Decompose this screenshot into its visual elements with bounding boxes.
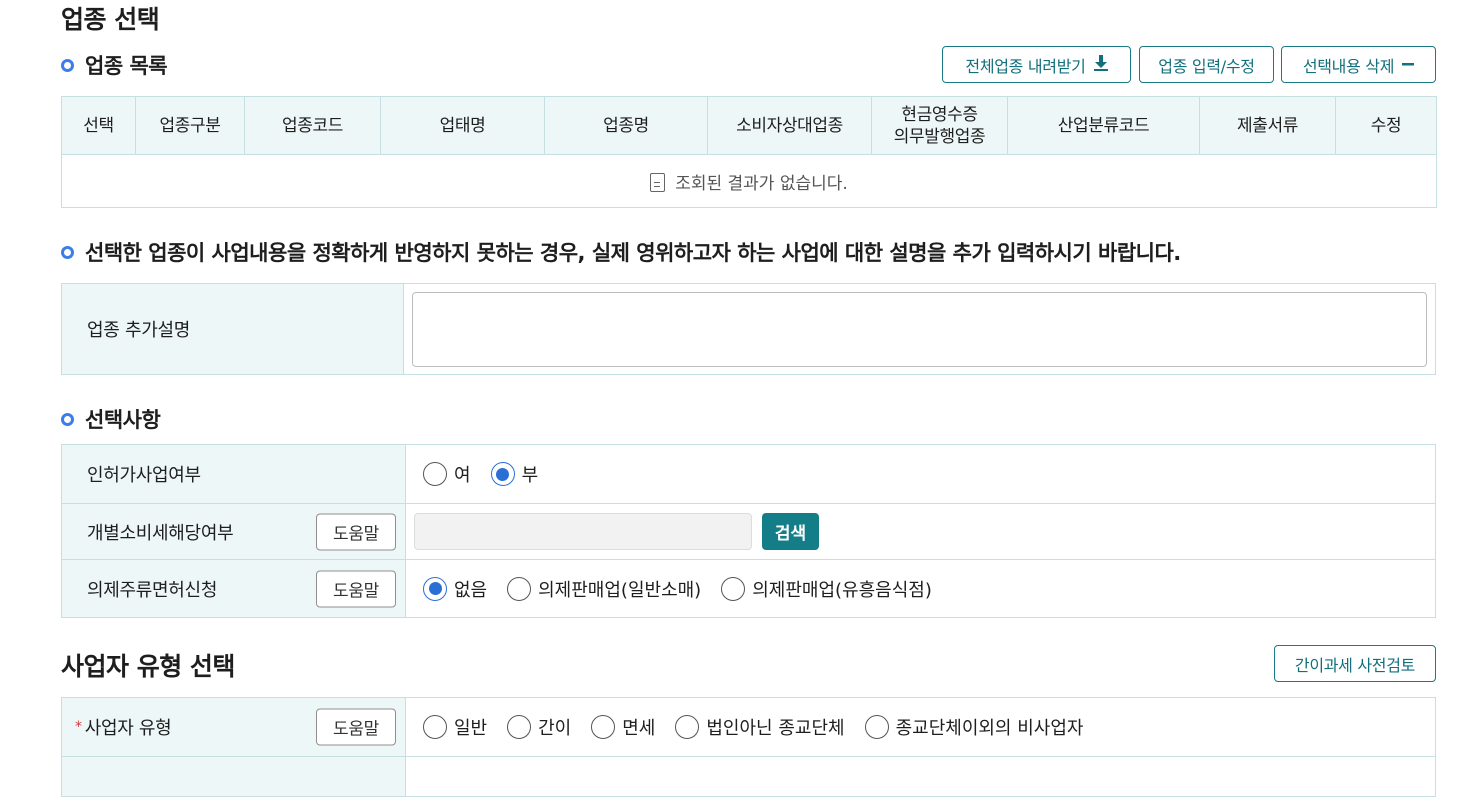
biz-type-exempt-radio[interactable]: 면세 (591, 714, 655, 740)
biz-type-simple-radio[interactable]: 간이 (507, 714, 571, 740)
delete-selected-button[interactable]: 선택내용 삭제 (1281, 46, 1436, 83)
col-header-select: 선택 (61, 96, 136, 155)
options-heading: 선택사항 (61, 404, 161, 434)
col-header-edit: 수정 (1335, 96, 1437, 155)
biz-type-general-radio[interactable]: 일반 (423, 714, 487, 740)
excise-input (414, 513, 752, 550)
biz-type-exempt-label: 면세 (622, 718, 656, 739)
liquor-label-cell: 의제주류면허신청 도움말 (62, 560, 406, 617)
biz-type-row: * 사업자 유형 도움말 일반 간이 면세 법인아닌 종교단체 종교단체이외의 … (61, 698, 1436, 757)
empty-row: 조회된 결과가 없습니다. (61, 154, 1437, 208)
additional-desc-row: 업종 추가설명 (61, 284, 1436, 375)
biz-type-simple-label: 간이 (538, 718, 572, 739)
next-row-value (406, 757, 1435, 796)
col-header-cash-receipt-label: 현금영수증 의무발행업종 (893, 104, 986, 147)
radio-off-icon (675, 715, 700, 739)
biz-type-label: 사업자 유형 (84, 718, 172, 739)
empty-message: 조회된 결과가 없습니다. (675, 173, 848, 194)
col-header-industry-class-code: 산업분류코드 (1007, 96, 1200, 155)
bullet-icon (61, 412, 74, 426)
excise-row: 개별소비세해당여부 도움말 검색 (61, 504, 1436, 560)
bullet-icon (61, 245, 74, 259)
permit-row: 인허가사업여부 여 부 (61, 445, 1436, 504)
additional-desc-value (404, 284, 1435, 374)
permit-yes-radio[interactable]: 여 (423, 461, 471, 487)
additional-desc-form: 업종 추가설명 (61, 283, 1436, 375)
permit-no-radio[interactable]: 부 (490, 461, 539, 487)
delete-selected-label: 선택내용 삭제 (1302, 56, 1395, 76)
simplified-tax-precheck-button[interactable]: 간이과세 사전검토 (1274, 645, 1436, 682)
download-icon (1093, 54, 1108, 75)
liquor-retail-label: 의제판매업(일반소매) (538, 579, 702, 601)
liquor-label: 의제주류면허신청 (87, 579, 218, 601)
options-title: 선택사항 (85, 408, 161, 432)
liquor-bar-label: 의제판매업(유흥음식점) (752, 579, 932, 601)
required-mark: * (75, 719, 82, 735)
radio-off-icon (864, 715, 889, 739)
biz-type-label-cell: * 사업자 유형 도움말 (62, 698, 406, 756)
liquor-none-label: 없음 (454, 579, 488, 601)
col-header-documents: 제출서류 (1199, 96, 1336, 155)
biz-type-help-button[interactable]: 도움말 (316, 708, 396, 746)
excise-value: 검색 (406, 504, 1435, 559)
radio-off-icon (507, 715, 532, 739)
industry-list-title: 업종 목록 (85, 54, 168, 78)
col-header-cash-receipt: 현금영수증 의무발행업종 (871, 96, 1008, 155)
radio-off-icon (591, 715, 616, 739)
radio-on-icon (490, 462, 515, 486)
page-title: 업종 선택 (61, 5, 160, 34)
empty-cell: 조회된 결과가 없습니다. (61, 154, 1437, 208)
liquor-none-radio[interactable]: 없음 (423, 576, 487, 602)
liquor-options: 없음 의제판매업(일반소매) 의제판매업(유흥음식점) (406, 560, 1435, 617)
biz-type-religious-radio[interactable]: 법인아닌 종교단체 (675, 714, 845, 740)
table-header-row: 선택 업종구분 업종코드 업태명 업종명 소비자상대업종 현금영수증 의무발행업종… (61, 96, 1437, 155)
excise-search-button[interactable]: 검색 (762, 513, 819, 550)
additional-desc-label: 업종 추가설명 (62, 284, 404, 374)
additional-desc-heading: 선택한 업종이 사업내용을 정확하게 반영하지 못하는 경우, 실제 영위하고자… (61, 237, 1181, 267)
document-icon (650, 172, 666, 192)
biz-type-options: 일반 간이 면세 법인아닌 종교단체 종교단체이외의 비사업자 (406, 698, 1435, 756)
liquor-bar-radio[interactable]: 의제판매업(유흥음식점) (721, 576, 932, 602)
biz-type-nonbiz-radio[interactable]: 종교단체이외의 비사업자 (864, 714, 1084, 740)
permit-label: 인허가사업여부 (62, 445, 406, 503)
liquor-retail-radio[interactable]: 의제판매업(일반소매) (507, 576, 701, 602)
liquor-row: 의제주류면허신청 도움말 없음 의제판매업(일반소매) 의제판매업(유흥음식점) (61, 560, 1436, 618)
excise-label-cell: 개별소비세해당여부 도움말 (62, 504, 406, 559)
options-form: 인허가사업여부 여 부 개별소비세해당여부 도움말 검색 의제주류면허신청 도움… (61, 444, 1436, 618)
next-row-partial (61, 757, 1436, 797)
biz-type-religious-label: 법인아닌 종교단체 (706, 718, 845, 739)
permit-no-label: 부 (521, 465, 539, 486)
industry-list-heading: 업종 목록 (61, 50, 168, 80)
col-header-consumer-facing: 소비자상대업종 (707, 96, 872, 155)
radio-off-icon (423, 462, 447, 486)
biz-type-form: * 사업자 유형 도움말 일반 간이 면세 법인아닌 종교단체 종교단체이외의 … (61, 697, 1436, 797)
biz-type-title: 사업자 유형 선택 (61, 652, 235, 681)
download-all-label: 전체업종 내려받기 (965, 56, 1086, 76)
industry-input-edit-button[interactable]: 업종 입력/수정 (1139, 46, 1274, 83)
industry-input-edit-label: 업종 입력/수정 (1158, 56, 1255, 76)
additional-desc-textarea[interactable] (412, 291, 1427, 367)
additional-desc-title: 선택한 업종이 사업내용을 정확하게 반영하지 못하는 경우, 실제 영위하고자… (85, 241, 1181, 265)
biz-type-general-label: 일반 (454, 718, 488, 739)
radio-on-icon (423, 576, 447, 601)
col-header-industry-name: 업종명 (544, 96, 708, 155)
radio-off-icon (423, 715, 447, 739)
next-row-label-cell (62, 757, 406, 796)
bullet-icon (61, 58, 74, 72)
industry-table: 선택 업종구분 업종코드 업태명 업종명 소비자상대업종 현금영수증 의무발행업종… (61, 96, 1437, 208)
col-header-category: 업종구분 (135, 96, 245, 155)
minus-icon (1402, 55, 1415, 74)
biz-type-nonbiz-label: 종교단체이외의 비사업자 (895, 718, 1084, 739)
radio-off-icon (507, 576, 532, 601)
col-header-code: 업종코드 (244, 96, 381, 155)
excise-help-button[interactable]: 도움말 (316, 513, 396, 550)
permit-options: 여 부 (406, 445, 1435, 503)
col-header-business-type: 업태명 (380, 96, 545, 155)
download-all-button[interactable]: 전체업종 내려받기 (942, 46, 1131, 83)
liquor-help-button[interactable]: 도움말 (316, 570, 396, 607)
simplified-tax-precheck-label: 간이과세 사전검토 (1294, 655, 1416, 675)
permit-yes-label: 여 (454, 465, 471, 486)
excise-label: 개별소비세해당여부 (87, 522, 234, 544)
radio-off-icon (721, 576, 746, 601)
